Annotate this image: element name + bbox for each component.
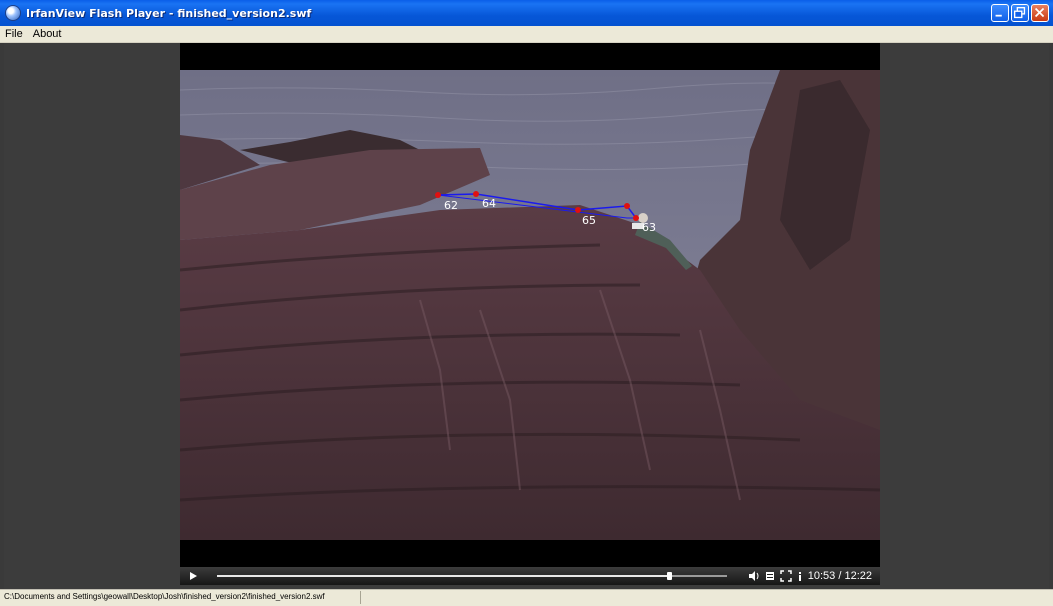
minimize-button[interactable] xyxy=(991,4,1009,22)
info-icon[interactable] xyxy=(795,570,807,582)
point-marker xyxy=(633,215,639,221)
title-bar: IrfanView Flash Player - finished_versio… xyxy=(0,0,1053,26)
point-label: 65 xyxy=(582,214,596,227)
close-icon xyxy=(1034,7,1045,18)
restore-icon xyxy=(1014,7,1026,19)
point-marker xyxy=(473,191,479,197)
quality-icon[interactable] xyxy=(764,570,776,582)
file-path: C:\Documents and Settings\geowall\Deskto… xyxy=(4,592,325,601)
point-marker xyxy=(624,203,630,209)
irfanview-icon[interactable] xyxy=(5,5,21,21)
player-area: 62 64 65 63 10:53 / 12:22 xyxy=(4,43,1049,589)
point-label: 64 xyxy=(482,197,496,210)
menu-about[interactable]: About xyxy=(28,26,67,42)
menu-bar: File About xyxy=(0,26,1053,43)
play-button[interactable] xyxy=(190,572,197,580)
window-controls xyxy=(991,4,1049,22)
fullscreen-icon[interactable] xyxy=(780,570,792,582)
minimize-icon xyxy=(995,14,1002,17)
status-bar: C:\Documents and Settings\geowall\Deskto… xyxy=(0,589,1053,606)
point-label: 63 xyxy=(642,221,656,234)
time-display: 10:53 / 12:22 xyxy=(807,570,872,582)
video-frame[interactable]: 62 64 65 63 xyxy=(180,43,880,567)
window-title: IrfanView Flash Player - finished_versio… xyxy=(26,6,312,20)
cliff-scene: 62 64 65 63 xyxy=(180,70,880,540)
menu-file[interactable]: File xyxy=(0,26,28,42)
volume-icon[interactable] xyxy=(748,570,760,582)
video-content[interactable]: 62 64 65 63 xyxy=(180,70,880,540)
seek-progress xyxy=(217,575,670,577)
close-button[interactable] xyxy=(1031,4,1049,22)
seek-handle[interactable] xyxy=(667,572,673,580)
restore-button[interactable] xyxy=(1011,4,1029,22)
point-marker xyxy=(435,192,441,198)
player-controls: 10:53 / 12:22 xyxy=(180,567,880,585)
seek-bar[interactable] xyxy=(217,572,727,580)
status-separator xyxy=(360,591,361,604)
point-marker xyxy=(575,207,581,213)
point-label: 62 xyxy=(444,199,458,212)
